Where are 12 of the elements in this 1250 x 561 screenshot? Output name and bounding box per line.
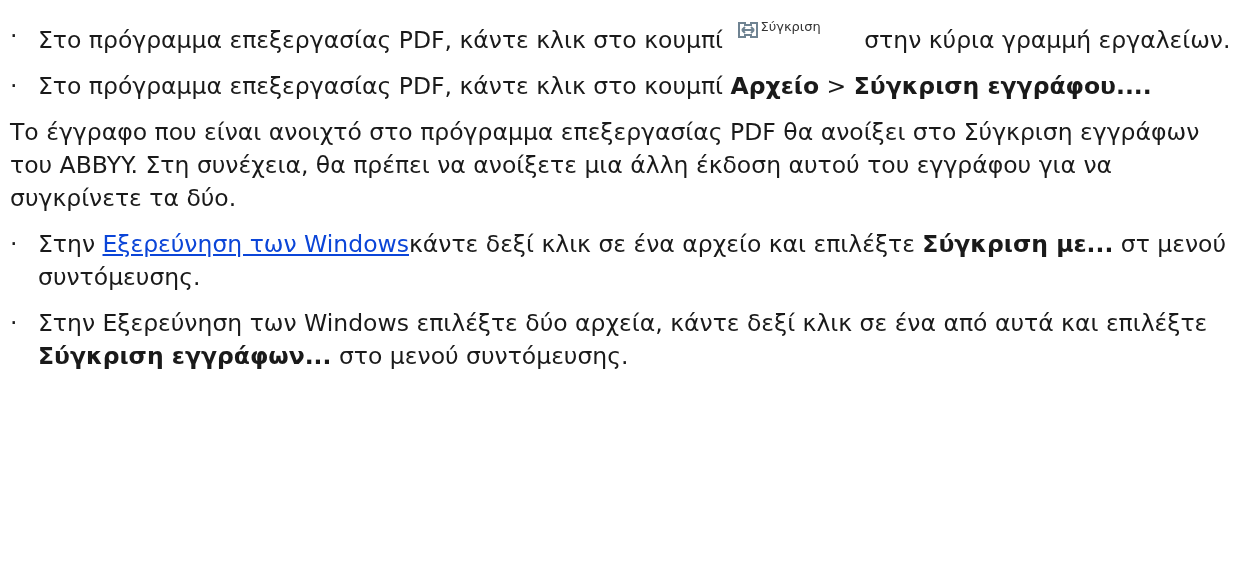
bullet-mark: · xyxy=(9,71,19,102)
bullet-mark: · xyxy=(9,229,19,260)
bullet-mark: · xyxy=(9,308,19,339)
instruction-text: Στο πρόγραμμα επεξεργασίας PDF, κάντε κλικ στο κουμπί Σύγκριση στην κύρια γραμμή εργαλείων. xyxy=(38,20,1232,56)
instruction-text: Στην Εξερεύνηση των Windowsκάντε δεξί κλικ σε ένα αρχείο και επιλέξτε Σύγκριση με... στ μενού συντόμευσης. xyxy=(38,229,1228,293)
explorer-link[interactable]: Εξερεύνηση των Windows xyxy=(102,230,409,258)
instruction-text: Στο πρόγραμμα επεξεργασίας PDF, κάντε κλικ στο κουμπί Αρχείο > Σύγκριση εγγράφου.... xyxy=(38,71,1153,102)
compare-toolbar-button[interactable]: Σύγκριση xyxy=(736,20,821,40)
bullet-mark: · xyxy=(9,21,19,52)
instruction-text: Στην Εξερεύνηση των Windows επιλέξτε δύο αρχεία, κάντε δεξί κλικ σε ένα από αυτά και επιλέξτε Σύγκριση εγγράφων... στο μενού συντόμευσης. xyxy=(38,308,1209,372)
compare-icon xyxy=(736,20,759,40)
description-text: Το έγγραφο που είναι ανοιχτό στο πρόγραμμα επεξεργασίας PDF θα ανοίξει στο Σύγκριση εγγράφων του ABBYY. Στη συνέχεια, θα πρέπει να ανοίξετε μια άλλη έκδοση αυτού του εγγράφου για να συγκρίνετε τα δύο. xyxy=(9,117,1201,214)
